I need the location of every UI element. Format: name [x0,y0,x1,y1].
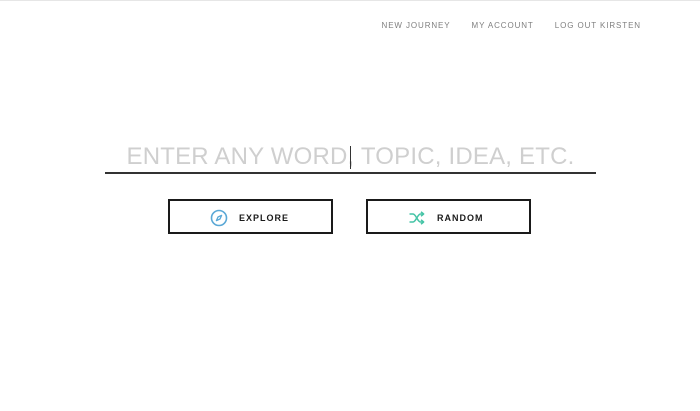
page: NEW JOURNEY MY ACCOUNT LOG OUT KIRSTEN E… [0,0,700,411]
nav-log-out[interactable]: LOG OUT KIRSTEN [555,21,641,31]
top-nav: NEW JOURNEY MY ACCOUNT LOG OUT KIRSTEN [382,21,641,31]
random-button-label: RANDOM [437,213,484,223]
explore-button-label: EXPLORE [239,213,290,223]
shuffle-icon [409,211,425,225]
explore-button[interactable]: EXPLORE [168,199,333,234]
random-button[interactable]: RANDOM [366,199,531,234]
search-field-wrapper [105,139,596,174]
nav-my-account[interactable]: MY ACCOUNT [472,21,534,31]
nav-new-journey[interactable]: NEW JOURNEY [382,21,451,31]
text-cursor [350,146,351,169]
compass-icon [210,209,228,227]
